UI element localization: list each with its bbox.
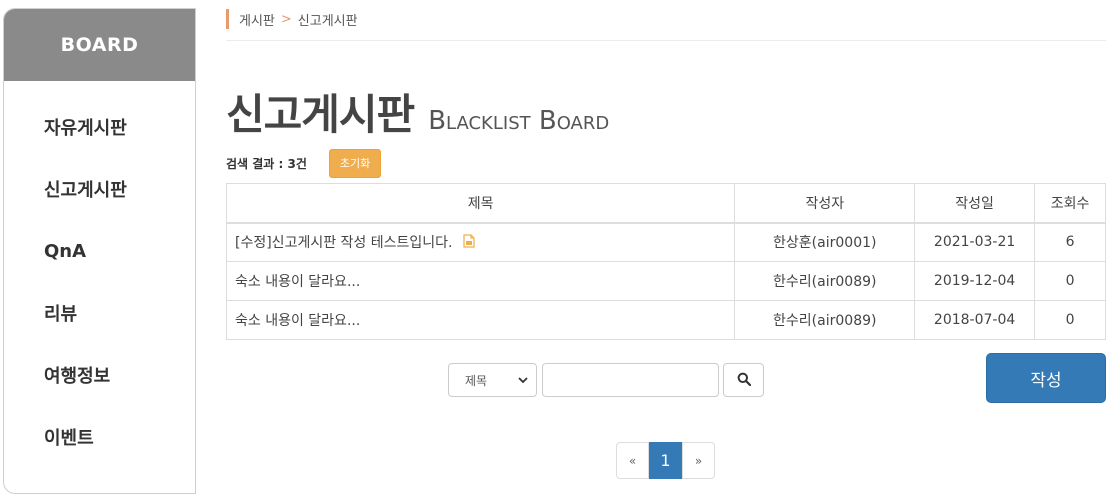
page-title: 신고게시판 (226, 90, 415, 139)
result-row: 검색 결과 : 3건 초기화 (226, 148, 1106, 178)
breadcrumb: 게시판 > 신고게시판 (226, 9, 1106, 29)
post-author: 한상훈(air0001) (734, 222, 916, 262)
page-prev-button[interactable]: « (616, 442, 649, 479)
table-header-row: 제목 작성자 작성일 조회수 (225, 183, 1106, 224)
post-title-cell[interactable]: 숙소 내용이 달라요... (225, 261, 736, 301)
post-title-cell[interactable]: 숙소 내용이 달라요... (225, 300, 736, 340)
pagination: « 1 » (616, 442, 715, 479)
post-views: 0 (1034, 261, 1106, 301)
sidebar-item-review[interactable]: 리뷰 (4, 282, 195, 344)
search-button[interactable] (723, 363, 764, 397)
page-next-button[interactable]: » (682, 442, 715, 479)
search-icon (737, 371, 751, 390)
table-row[interactable]: [수정]신고게시판 작성 테스트입니다. 한상훈(air0001) 2021-0… (225, 222, 1106, 262)
sidebar: BOARD 자유게시판 신고게시판 QnA 리뷰 여행정보 이벤트 (3, 8, 196, 494)
reset-button[interactable]: 초기화 (328, 148, 382, 178)
post-title-cell[interactable]: [수정]신고게시판 작성 테스트입니다. (225, 222, 736, 262)
column-header-date: 작성일 (914, 183, 1036, 224)
page-subtitle: Blacklist Board (428, 106, 610, 136)
table-row[interactable]: 숙소 내용이 달라요... 한수리(air0089) 2018-07-04 0 (225, 300, 1106, 340)
sidebar-item-event[interactable]: 이벤트 (4, 406, 195, 468)
chevron-down-icon (518, 374, 528, 389)
sidebar-list: 자유게시판 신고게시판 QnA 리뷰 여행정보 이벤트 (4, 96, 195, 468)
post-author: 한수리(air0089) (734, 261, 916, 301)
attachment-icon (463, 234, 475, 252)
breadcrumb-current: 신고게시판 (297, 13, 358, 29)
breadcrumb-parent[interactable]: 게시판 (239, 10, 275, 29)
search-field-select-value: 제목 (465, 373, 488, 388)
post-views: 6 (1034, 222, 1106, 262)
breadcrumb-divider (226, 40, 1106, 41)
sidebar-item-travel-info[interactable]: 여행정보 (4, 344, 195, 406)
post-title[interactable]: 숙소 내용이 달라요... (235, 274, 360, 290)
post-views: 0 (1034, 300, 1106, 340)
main-content: 게시판 > 신고게시판 신고게시판 Blacklist Board 검색 결과 … (225, 0, 1106, 479)
column-header-views: 조회수 (1034, 183, 1106, 224)
sidebar-item-free-board[interactable]: 자유게시판 (4, 96, 195, 158)
post-title[interactable]: [수정]신고게시판 작성 테스트입니다. (235, 235, 452, 251)
post-date: 2019-12-04 (914, 261, 1036, 301)
post-date: 2018-07-04 (914, 300, 1036, 340)
search-result-count: 검색 결과 : 3건 (226, 156, 307, 171)
sidebar-item-report-board[interactable]: 신고게시판 (4, 158, 195, 220)
page-number-current[interactable]: 1 (649, 442, 682, 479)
breadcrumb-separator-icon: > (280, 11, 292, 27)
column-header-author: 작성자 (734, 183, 916, 224)
column-header-title: 제목 (225, 183, 736, 224)
search-area: 제목 (448, 363, 764, 397)
post-date: 2021-03-21 (914, 222, 1036, 262)
post-author: 한수리(air0089) (734, 300, 916, 340)
write-button[interactable]: 작성 (986, 353, 1106, 403)
sidebar-header: BOARD (4, 9, 195, 81)
search-field-select[interactable]: 제목 (448, 363, 537, 397)
search-input[interactable] (542, 363, 719, 397)
table-row[interactable]: 숙소 내용이 달라요... 한수리(air0089) 2019-12-04 0 (225, 261, 1106, 301)
post-title[interactable]: 숙소 내용이 달라요... (235, 313, 360, 329)
title-row: 신고게시판 Blacklist Board (226, 81, 1106, 142)
board-table: 제목 작성자 작성일 조회수 [수정]신고게시판 작성 테스트입니다. 한상훈(… (225, 183, 1106, 340)
sidebar-item-qna[interactable]: QnA (4, 220, 195, 282)
